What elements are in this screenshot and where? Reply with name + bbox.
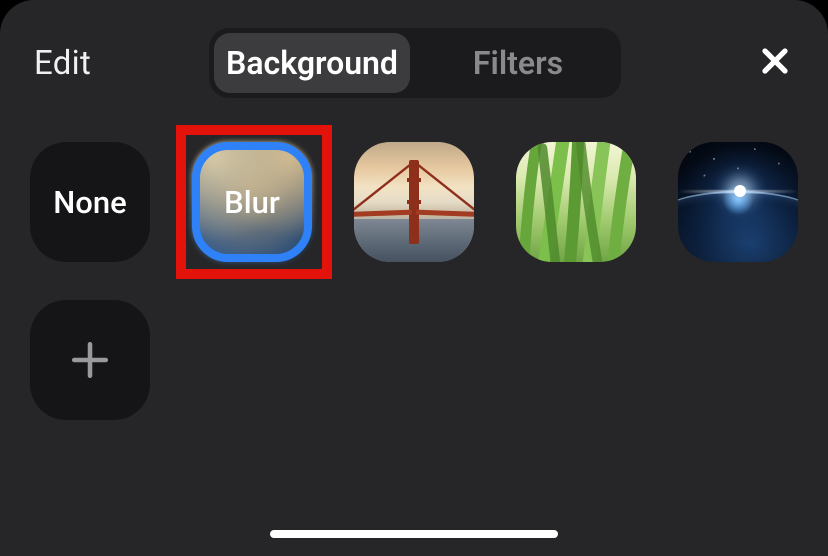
close-button[interactable] <box>758 44 792 78</box>
sheet-header: Edit Background Filters <box>0 0 828 100</box>
effects-tab-bar: Background Filters <box>209 28 621 98</box>
grass-blades <box>516 142 636 262</box>
plus-icon <box>69 339 111 381</box>
background-option-bridge[interactable] <box>354 142 474 262</box>
background-add-row <box>30 300 150 420</box>
effects-sheet: Edit Background Filters None Blur <box>0 0 828 556</box>
tab-filters[interactable]: Filters <box>420 33 616 93</box>
background-options-row: None Blur <box>30 142 800 262</box>
none-label: None <box>53 184 126 221</box>
background-option-earth[interactable] <box>678 142 798 262</box>
home-indicator <box>270 530 558 538</box>
add-background-button[interactable] <box>30 300 150 420</box>
close-icon <box>760 46 790 76</box>
blur-label: Blur <box>224 184 280 221</box>
tab-background[interactable]: Background <box>214 33 410 93</box>
background-option-blur[interactable]: Blur <box>192 142 312 262</box>
background-option-grass[interactable] <box>516 142 636 262</box>
bridge-tower <box>409 160 419 244</box>
edit-button[interactable]: Edit <box>34 44 91 83</box>
background-option-none[interactable]: None <box>30 142 150 262</box>
earth-horizon <box>678 191 798 262</box>
